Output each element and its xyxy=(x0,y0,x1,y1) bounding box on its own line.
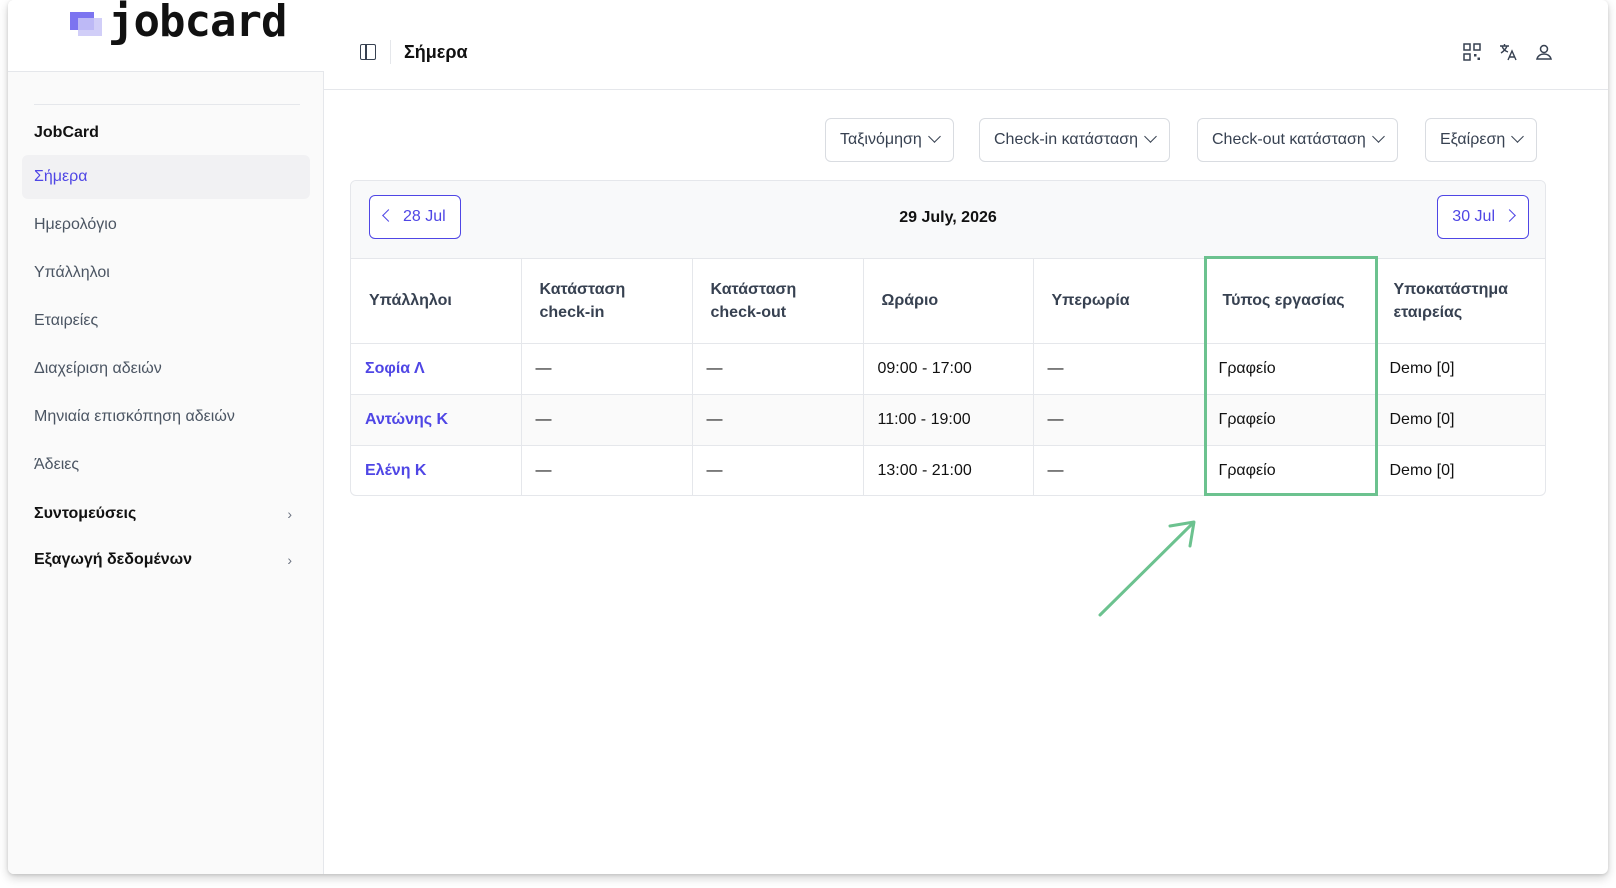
sidebar-group-label: Συντομεύσεις xyxy=(34,505,137,522)
table-cell: Γραφείο xyxy=(1204,394,1376,446)
chevron-right-icon xyxy=(1503,209,1516,222)
sidebar-item-companies[interactable]: Εταιρείες xyxy=(22,299,310,343)
table-row: Αντώνης Κ — — 11:00 - 19:00 — Γραφείο De… xyxy=(351,394,1545,446)
sidebar-item-today[interactable]: Σήμερα xyxy=(22,155,310,199)
checkout-status-dropdown[interactable]: Check-out κατάσταση xyxy=(1197,118,1398,162)
table-cell: — xyxy=(692,445,864,495)
employee-name-link[interactable]: Ελένη Κ xyxy=(351,445,522,495)
filter-label: Check-out κατάσταση xyxy=(1212,131,1366,148)
table-cell: — xyxy=(692,343,864,395)
chevron-down-icon xyxy=(1144,130,1157,143)
table-row: Σοφία Λ — — 09:00 - 17:00 — Γραφείο Demo… xyxy=(351,343,1545,395)
table-cell: — xyxy=(1033,343,1205,395)
table-cell: — xyxy=(1033,394,1205,446)
column-header-schedule[interactable]: Ωράριο xyxy=(863,259,1034,344)
filter-label: Εξαίρεση xyxy=(1440,131,1506,148)
translate-icon[interactable] xyxy=(1498,42,1518,62)
app-window: jobcard JobCard Σήμερα Ημερολόγιο Υπάλλη… xyxy=(8,0,1608,874)
sidebar-group-data-export[interactable]: Εξαγωγή δεδομένων › xyxy=(34,545,296,575)
attendance-table: Υπάλληλοι Κατάσταση check-in Κατάσταση c… xyxy=(351,259,1545,495)
attendance-card: 28 Jul 29 July, 2026 30 Jul Υπάλληλοι Κα… xyxy=(350,180,1546,496)
table-cell: Γραφείο xyxy=(1204,445,1376,495)
annotation-arrow-icon xyxy=(1098,520,1196,617)
sidebar-item-employees[interactable]: Υπάλληλοι xyxy=(22,251,310,295)
sidebar: jobcard JobCard Σήμερα Ημερολόγιο Υπάλλη… xyxy=(8,0,324,874)
logo-text: jobcard xyxy=(108,0,287,47)
header-divider xyxy=(390,40,391,64)
panel-toggle-icon[interactable] xyxy=(360,44,376,60)
sidebar-divider xyxy=(34,104,300,105)
sidebar-section-title: JobCard xyxy=(34,124,99,141)
next-day-button[interactable]: 30 Jul xyxy=(1437,195,1529,239)
sidebar-item-leave-management[interactable]: Διαχείριση αδειών xyxy=(22,347,310,391)
chevron-down-icon xyxy=(1371,130,1385,143)
current-date: 29 July, 2026 xyxy=(899,209,997,226)
table-cell: Demo [0] xyxy=(1375,445,1545,495)
employee-name-link[interactable]: Σοφία Λ xyxy=(351,343,522,395)
logo[interactable]: jobcard xyxy=(8,0,324,72)
column-header-work-type[interactable]: Τύπος εργασίας xyxy=(1204,259,1376,344)
sidebar-item-monthly-leave-overview[interactable]: Μηνιαία επισκόπηση αδειών xyxy=(22,395,310,439)
top-header: Σήμερα xyxy=(324,0,1608,90)
table-cell: 13:00 - 21:00 xyxy=(863,445,1034,495)
table-cell: — xyxy=(521,394,693,446)
chevron-right-icon: › xyxy=(287,506,292,522)
employee-name-link[interactable]: Αντώνης Κ xyxy=(351,394,522,446)
date-navigation-bar: 28 Jul 29 July, 2026 30 Jul xyxy=(351,181,1545,259)
chevron-down-icon xyxy=(1511,130,1525,143)
next-day-label: 30 Jul xyxy=(1452,208,1495,225)
user-icon[interactable] xyxy=(1534,42,1554,62)
page-title: Σήμερα xyxy=(404,42,468,62)
table-cell: 09:00 - 17:00 xyxy=(863,343,1034,395)
table-cell: — xyxy=(521,343,693,395)
table-cell: Γραφείο xyxy=(1204,343,1376,395)
filter-label: Check-in κατάσταση xyxy=(994,131,1138,148)
logo-mark-icon xyxy=(70,12,102,36)
exclusion-dropdown[interactable]: Εξαίρεση xyxy=(1425,118,1538,162)
sidebar-item-calendar[interactable]: Ημερολόγιο xyxy=(22,203,310,247)
qr-code-icon[interactable] xyxy=(1462,42,1482,62)
column-header-checkout-status[interactable]: Κατάσταση check-out xyxy=(692,259,864,344)
table-header-row: Υπάλληλοι Κατάσταση check-in Κατάσταση c… xyxy=(351,259,1545,344)
column-header-employees[interactable]: Υπάλληλοι xyxy=(351,259,522,344)
table-cell: — xyxy=(692,394,864,446)
chevron-right-icon: › xyxy=(287,552,292,568)
sidebar-group-label: Εξαγωγή δεδομένων xyxy=(34,551,193,568)
chevron-down-icon xyxy=(927,130,941,143)
table-cell: — xyxy=(521,445,693,495)
column-header-checkin-status[interactable]: Κατάσταση check-in xyxy=(521,259,693,344)
table-cell: Demo [0] xyxy=(1375,394,1545,446)
sidebar-item-leaves[interactable]: Άδειες xyxy=(22,443,310,487)
checkin-status-dropdown[interactable]: Check-in κατάσταση xyxy=(979,118,1170,162)
table-cell: Demo [0] xyxy=(1375,343,1545,395)
table-row: Ελένη Κ — — 13:00 - 21:00 — Γραφείο Demo… xyxy=(351,445,1545,495)
column-header-overtime[interactable]: Υπερωρία xyxy=(1033,259,1205,344)
sidebar-group-shortcuts[interactable]: Συντομεύσεις › xyxy=(34,499,296,529)
column-header-company-branch[interactable]: Υποκατάστημα εταιρείας xyxy=(1375,259,1545,344)
table-cell: 11:00 - 19:00 xyxy=(863,394,1034,446)
table-cell: — xyxy=(1033,445,1205,495)
filter-label: Ταξινόμηση xyxy=(840,131,922,148)
sort-dropdown[interactable]: Ταξινόμηση xyxy=(825,118,954,162)
